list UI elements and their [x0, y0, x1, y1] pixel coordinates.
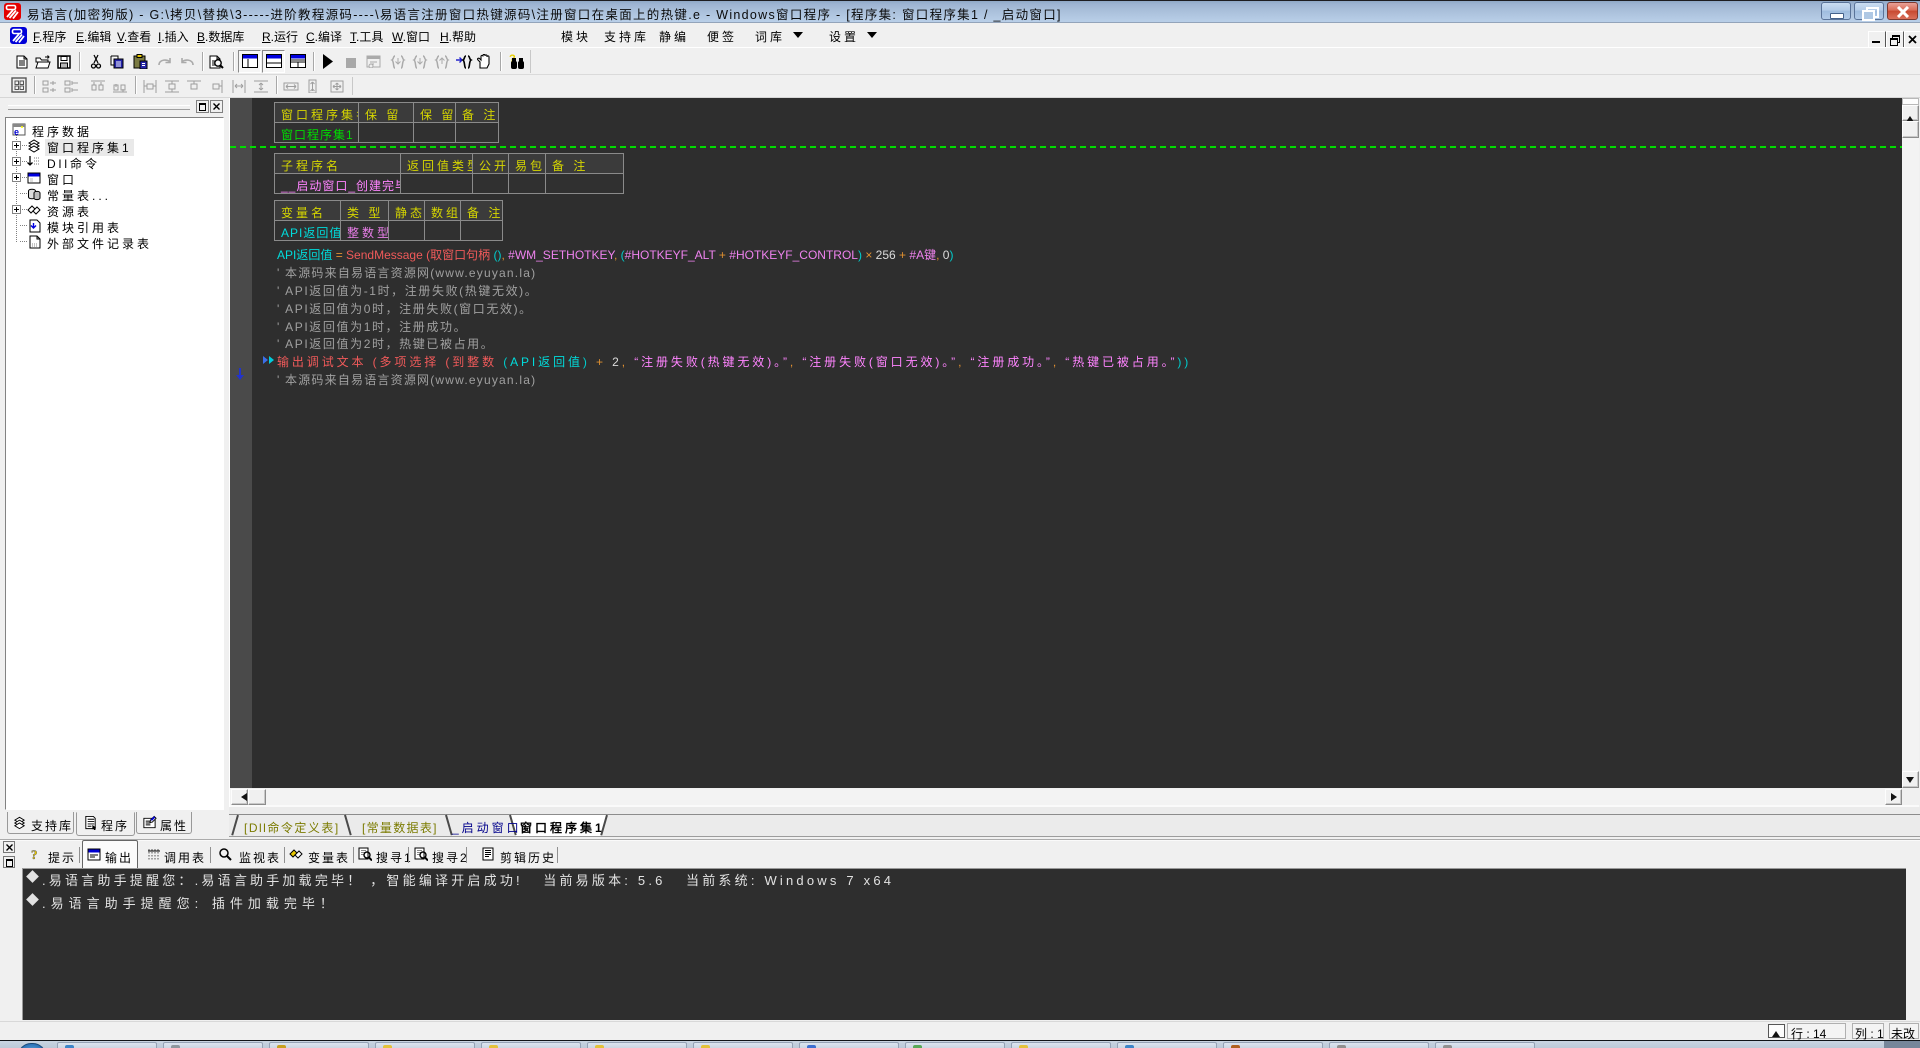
svg-text:?: ? — [31, 847, 38, 861]
svg-text:e: e — [14, 127, 19, 137]
